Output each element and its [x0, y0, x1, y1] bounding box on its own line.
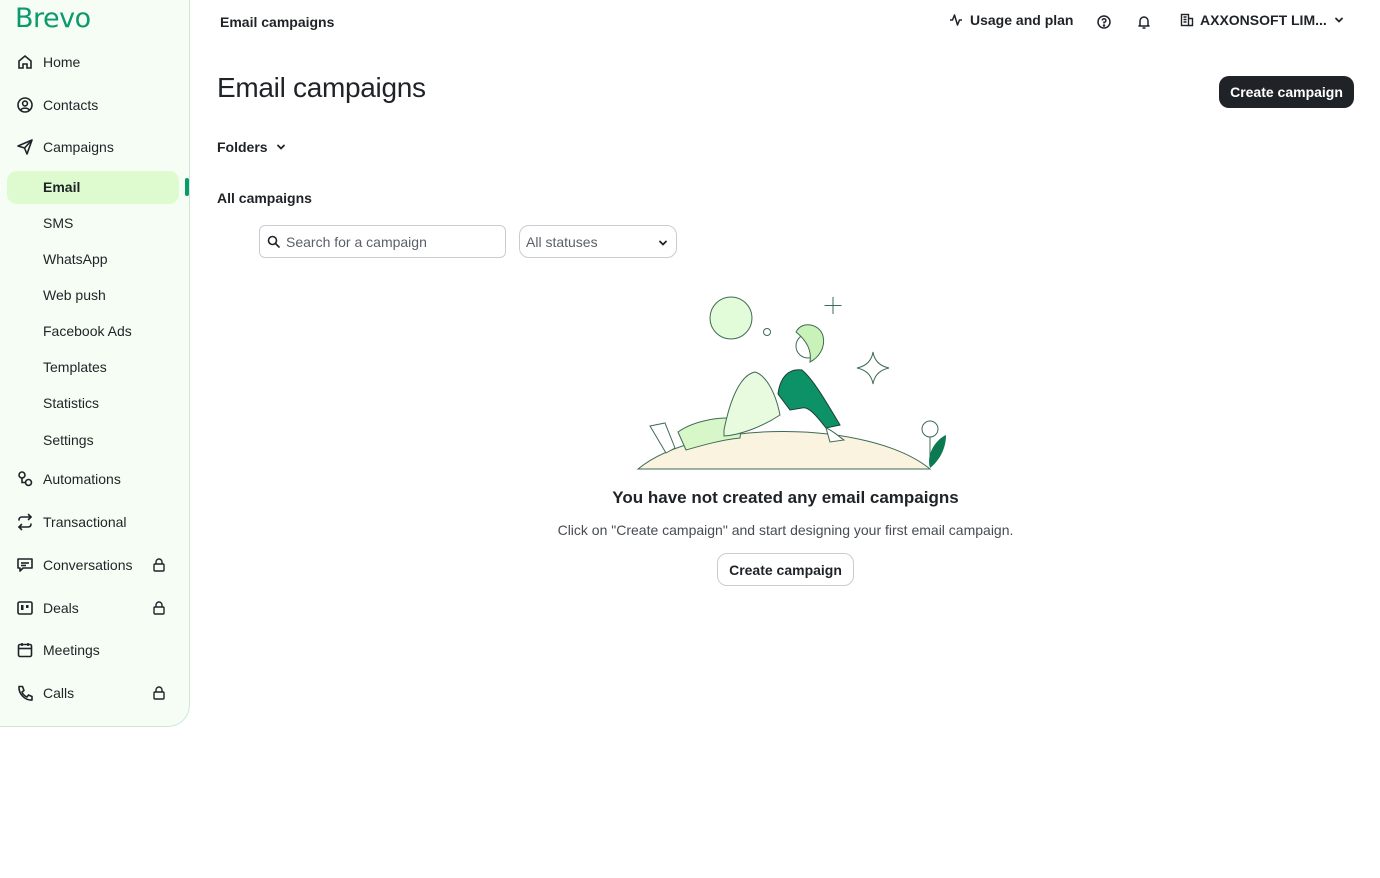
help-icon[interactable]: [1096, 14, 1112, 30]
sidebar-item-label: Meetings: [43, 642, 100, 658]
home-icon: [18, 54, 32, 69]
page-title: Email campaigns: [217, 72, 426, 103]
sidebar-subitem-label: Statistics: [43, 395, 100, 411]
building-icon: [1180, 13, 1194, 27]
sidebar-subitem-facebook-ads[interactable]: Facebook Ads: [0, 317, 190, 345]
sidebar: Brevo Home Contacts Campaigns Email SMS …: [0, 0, 190, 727]
status-filter-value: All statuses: [526, 234, 598, 250]
lock-icon: [153, 601, 165, 615]
sidebar-subitem-templates[interactable]: Templates: [0, 353, 190, 381]
account-menu[interactable]: AXXONSOFT LIM...: [1180, 12, 1345, 28]
sidebar-subitem-label: Templates: [43, 359, 107, 375]
sidebar-item-campaigns[interactable]: Campaigns: [0, 132, 190, 162]
automations-icon: [18, 471, 33, 487]
sidebar-subitem-web-push[interactable]: Web push: [0, 281, 190, 309]
sidebar-subitem-statistics[interactable]: Statistics: [0, 389, 190, 417]
usage-and-plan-button[interactable]: Usage and plan: [949, 12, 1073, 28]
search-field: [259, 225, 506, 258]
calendar-icon: [17, 643, 33, 658]
sidebar-item-label: Automations: [43, 471, 121, 487]
sidebar-item-label: Home: [43, 54, 81, 70]
phone-icon: [18, 685, 33, 701]
account-name: AXXONSOFT LIM...: [1200, 12, 1327, 28]
folders-label: Folders: [217, 139, 268, 155]
sidebar-item-calls[interactable]: Calls: [0, 678, 190, 708]
sidebar-subitem-label: Web push: [43, 287, 106, 303]
sidebar-subitem-label: Settings: [43, 432, 94, 448]
sidebar-item-home[interactable]: Home: [0, 47, 190, 77]
sidebar-item-label: Conversations: [43, 557, 133, 573]
sidebar-subitem-sms[interactable]: SMS: [0, 209, 190, 237]
deals-icon: [17, 601, 33, 615]
empty-state-description: Click on "Create campaign" and start des…: [557, 522, 1014, 538]
sidebar-subitem-settings[interactable]: Settings: [0, 426, 190, 454]
sidebar-item-label: Contacts: [43, 97, 99, 113]
search-input[interactable]: [286, 227, 501, 256]
empty-state-illustration: [636, 296, 946, 470]
sidebar-subitem-label: Email: [43, 179, 81, 195]
activity-icon: [950, 14, 962, 26]
create-campaign-empty-button[interactable]: Create campaign: [717, 553, 854, 586]
sidebar-subitem-email[interactable]: Email: [0, 173, 190, 201]
chevron-down-icon: [659, 240, 667, 246]
chat-icon: [17, 558, 33, 572]
sidebar-item-label: Deals: [43, 600, 79, 616]
paper-plane-icon: [17, 139, 33, 155]
sidebar-item-deals[interactable]: Deals: [0, 593, 190, 623]
sidebar-subitem-label: Facebook Ads: [43, 323, 132, 339]
brevo-logo[interactable]: Brevo: [15, 3, 91, 34]
header-page-label: Email campaigns: [220, 14, 335, 30]
sidebar-subitem-label: SMS: [43, 215, 74, 231]
lock-icon: [153, 558, 165, 572]
create-campaign-button[interactable]: Create campaign: [1219, 76, 1354, 108]
sidebar-item-contacts[interactable]: Contacts: [0, 90, 190, 120]
sidebar-item-meetings[interactable]: Meetings: [0, 635, 190, 665]
bell-icon[interactable]: [1136, 14, 1152, 30]
sidebar-item-label: Campaigns: [43, 139, 114, 155]
sidebar-item-conversations[interactable]: Conversations: [0, 550, 190, 580]
folders-dropdown[interactable]: Folders: [217, 139, 287, 155]
section-title: All campaigns: [217, 190, 312, 206]
sidebar-subitem-label: WhatsApp: [43, 251, 108, 267]
sidebar-item-label: Calls: [43, 685, 75, 701]
chevron-down-icon: [276, 144, 285, 150]
search-icon: [267, 235, 280, 248]
status-filter-select[interactable]: All statuses: [519, 225, 677, 258]
sidebar-subitem-whatsapp[interactable]: WhatsApp: [0, 245, 190, 273]
chevron-down-icon: [1334, 17, 1343, 23]
lock-icon: [153, 686, 165, 700]
contacts-icon: [17, 97, 33, 113]
empty-state-title: You have not created any email campaigns: [612, 488, 959, 507]
usage-and-plan-label: Usage and plan: [970, 12, 1074, 28]
